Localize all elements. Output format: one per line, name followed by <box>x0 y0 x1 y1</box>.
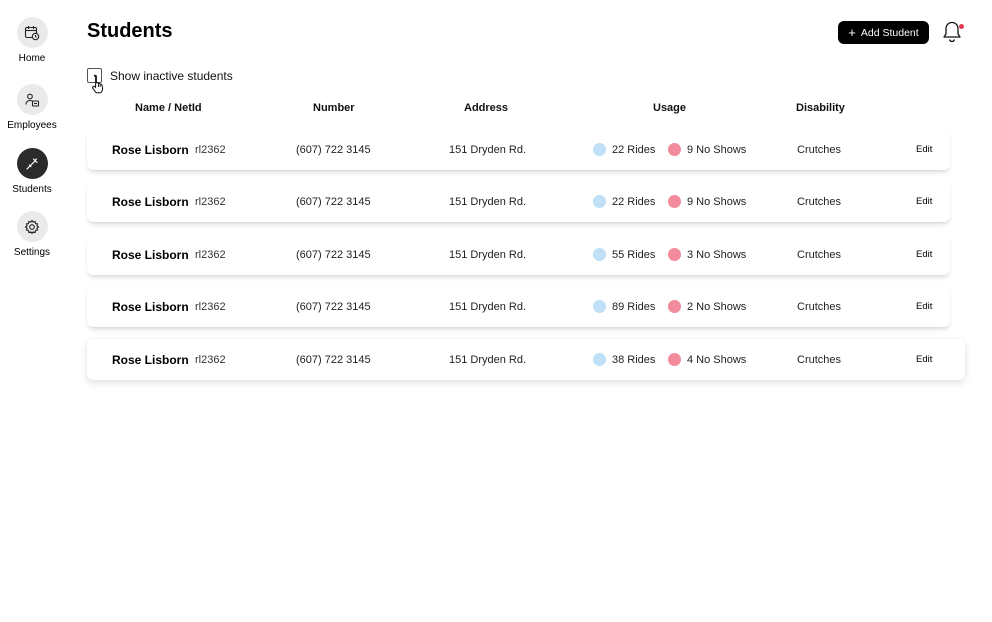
sidebar-item-label: Students <box>12 184 52 195</box>
rides-label: 22 Rides <box>612 143 656 156</box>
notifications-button[interactable] <box>941 20 965 46</box>
student-name: Rose Lisborn <box>112 299 189 314</box>
no-shows-count: 2 No Shows <box>668 286 746 327</box>
add-student-button[interactable]: + Add Student <box>838 21 929 44</box>
student-number: (607) 722 3145 <box>296 353 371 366</box>
rides-count: 22 Rides <box>593 181 655 222</box>
column-header-number: Number <box>313 102 355 114</box>
no-shows-count: 9 No Shows <box>668 129 746 170</box>
student-address: 151 Dryden Rd. <box>449 300 527 313</box>
no-shows-dot <box>668 353 681 366</box>
rides-label: 38 Rides <box>612 353 656 366</box>
student-disability: Crutches <box>797 248 842 261</box>
student-address: 151 Dryden Rd. <box>449 143 527 156</box>
calendar-clock-icon <box>16 17 48 48</box>
sidebar-item-employees[interactable]: Employees <box>0 84 64 131</box>
rides-count: 89 Rides <box>593 286 655 327</box>
student-disability: Crutches <box>797 353 842 366</box>
edit-button[interactable]: Edit <box>916 286 932 327</box>
sidebar-item-settings[interactable]: Settings <box>0 211 64 258</box>
notification-dot <box>959 24 964 29</box>
no-shows-dot <box>668 248 681 261</box>
rides-label: 55 Rides <box>612 248 656 261</box>
table-row[interactable]: Rose Lisborn rl2362 (607) 722 3145 151 D… <box>87 181 950 222</box>
no-shows-dot <box>668 195 681 208</box>
no-shows-count: 9 No Shows <box>668 181 746 222</box>
no-shows-dot <box>668 300 681 313</box>
edit-button[interactable]: Edit <box>916 339 932 380</box>
student-address: 151 Dryden Rd. <box>449 353 527 366</box>
student-netid: rl2362 <box>195 195 226 208</box>
sidebar-item-home[interactable]: Home <box>0 17 64 64</box>
sidebar: Home Employees Students Settings <box>0 0 64 622</box>
student-number: (607) 722 3145 <box>296 248 371 261</box>
student-disability: Crutches <box>797 195 842 208</box>
rides-dot <box>593 195 606 208</box>
student-netid: rl2362 <box>195 143 226 156</box>
column-header-usage: Usage <box>653 102 687 114</box>
no-shows-count: 3 No Shows <box>668 234 746 275</box>
sidebar-item-label: Settings <box>13 247 51 258</box>
column-header-name: Name / NetId <box>135 102 202 114</box>
student-netid: rl2362 <box>195 353 226 366</box>
student-name: Rose Lisborn <box>112 194 189 209</box>
rides-label: 22 Rides <box>612 195 656 208</box>
page-title: Students <box>87 20 173 42</box>
sidebar-item-students[interactable]: Students <box>0 148 64 195</box>
student-disability: Crutches <box>797 300 842 313</box>
no-shows-label: 3 No Shows <box>687 248 747 261</box>
no-shows-dot <box>668 143 681 156</box>
rides-count: 55 Rides <box>593 234 655 275</box>
student-number: (607) 722 3145 <box>296 143 371 156</box>
table-row[interactable]: Rose Lisborn rl2362 (607) 722 3145 151 D… <box>87 286 950 327</box>
rides-dot <box>593 300 606 313</box>
crutch-icon <box>16 148 48 179</box>
show-inactive-label: Show inactive students <box>110 68 233 83</box>
no-shows-count: 4 No Shows <box>668 339 746 380</box>
student-netid: rl2362 <box>195 248 226 261</box>
table-row[interactable]: Rose Lisborn rl2362 (607) 722 3145 151 D… <box>87 234 950 275</box>
student-number: (607) 722 3145 <box>296 300 371 313</box>
employee-badge-icon <box>16 84 48 115</box>
no-shows-label: 2 No Shows <box>687 300 747 313</box>
sidebar-item-label: Home <box>18 53 46 64</box>
column-header-address: Address <box>464 102 509 114</box>
sidebar-item-label: Employees <box>7 120 57 131</box>
student-netid: rl2362 <box>195 300 226 313</box>
rides-label: 89 Rides <box>612 300 656 313</box>
student-address: 151 Dryden Rd. <box>449 248 527 261</box>
add-student-label: Add Student <box>860 26 919 39</box>
rides-dot <box>593 248 606 261</box>
student-number: (607) 722 3145 <box>296 195 371 208</box>
no-shows-label: 9 No Shows <box>687 195 747 208</box>
student-address: 151 Dryden Rd. <box>449 195 527 208</box>
student-name: Rose Lisborn <box>112 352 189 367</box>
rides-dot <box>593 353 606 366</box>
rides-dot <box>593 143 606 156</box>
edit-button[interactable]: Edit <box>916 129 932 170</box>
table-row[interactable]: Rose Lisborn rl2362 (607) 722 3145 151 D… <box>87 339 965 380</box>
student-name: Rose Lisborn <box>112 142 189 157</box>
show-inactive-toggle[interactable]: Show inactive students <box>87 68 233 83</box>
table-row[interactable]: Rose Lisborn rl2362 (607) 722 3145 151 D… <box>87 129 950 170</box>
column-header-disability: Disability <box>796 102 845 114</box>
rides-count: 22 Rides <box>593 129 655 170</box>
no-shows-label: 9 No Shows <box>687 143 747 156</box>
edit-button[interactable]: Edit <box>916 181 932 222</box>
student-name: Rose Lisborn <box>112 247 189 262</box>
pointer-hand-icon <box>92 74 104 94</box>
plus-icon: + <box>848 25 856 40</box>
rides-count: 38 Rides <box>593 339 655 380</box>
student-disability: Crutches <box>797 143 842 156</box>
gear-icon <box>16 211 48 242</box>
edit-button[interactable]: Edit <box>916 234 932 275</box>
no-shows-label: 4 No Shows <box>687 353 747 366</box>
